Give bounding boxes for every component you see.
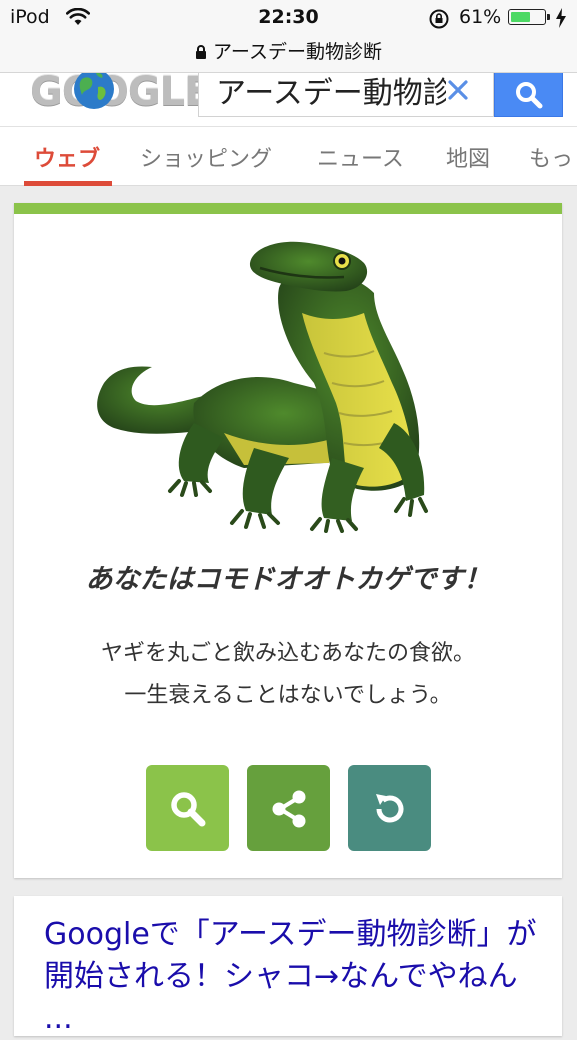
card-accent-bar bbox=[14, 203, 562, 214]
url-bar[interactable]: アースデー動物診断 bbox=[0, 37, 577, 64]
tab-shopping[interactable]: ショッピング bbox=[140, 141, 272, 173]
active-tab-indicator bbox=[24, 181, 112, 186]
globe-icon bbox=[74, 73, 114, 109]
search-box bbox=[198, 73, 494, 117]
search-icon bbox=[516, 82, 543, 109]
result-description-line1: ヤギを丸ごと飲み込むあなたの食欲。 bbox=[100, 641, 475, 666]
tab-web[interactable]: ウェブ bbox=[34, 141, 100, 173]
komodo-dragon-illustration bbox=[97, 241, 428, 533]
battery-percent: 61% bbox=[459, 6, 502, 28]
search-tabs: ウェブ ショッピング ニュース 地図 もっ bbox=[0, 126, 577, 186]
next-result-card: Googleで「アースデー動物診断」が開始される！シャコ→なんでやねん ... bbox=[14, 896, 562, 1036]
clear-icon[interactable] bbox=[447, 73, 469, 111]
search-input[interactable] bbox=[216, 73, 446, 110]
retry-button[interactable] bbox=[348, 765, 431, 851]
retry-icon bbox=[376, 794, 404, 823]
search-button[interactable] bbox=[494, 73, 563, 117]
tab-maps[interactable]: 地図 bbox=[446, 141, 490, 173]
tab-news[interactable]: ニュース bbox=[317, 141, 404, 173]
search-result-button[interactable] bbox=[146, 765, 229, 851]
status-bar: iPod 22:30 61% アースデー動物診断 bbox=[0, 0, 577, 73]
charging-icon bbox=[556, 8, 566, 28]
share-button[interactable] bbox=[247, 765, 330, 851]
google-logo[interactable]: GOOGLE bbox=[30, 73, 211, 115]
google-header: GOOGLE bbox=[0, 73, 577, 126]
result-link[interactable]: Googleで「アースデー動物診断」が開始される！シャコ→なんでやねん ... bbox=[44, 914, 544, 1040]
battery-icon bbox=[508, 9, 550, 25]
page-title: アースデー動物診断 bbox=[213, 41, 382, 63]
search-icon bbox=[171, 792, 206, 827]
padlock-icon bbox=[196, 45, 207, 59]
result-title: あなたはコモドオオトカゲです！ bbox=[85, 564, 491, 595]
share-icon bbox=[272, 790, 306, 828]
tab-more[interactable]: もっ bbox=[529, 141, 573, 173]
result-card: あなたはコモドオオトカゲです！ ヤギを丸ごと飲み込むあなたの食欲。 一生衰えるこ… bbox=[14, 203, 562, 878]
rotation-lock-icon bbox=[429, 9, 449, 29]
result-description-line2: 一生衰えることはないでしょう。 bbox=[124, 683, 452, 708]
